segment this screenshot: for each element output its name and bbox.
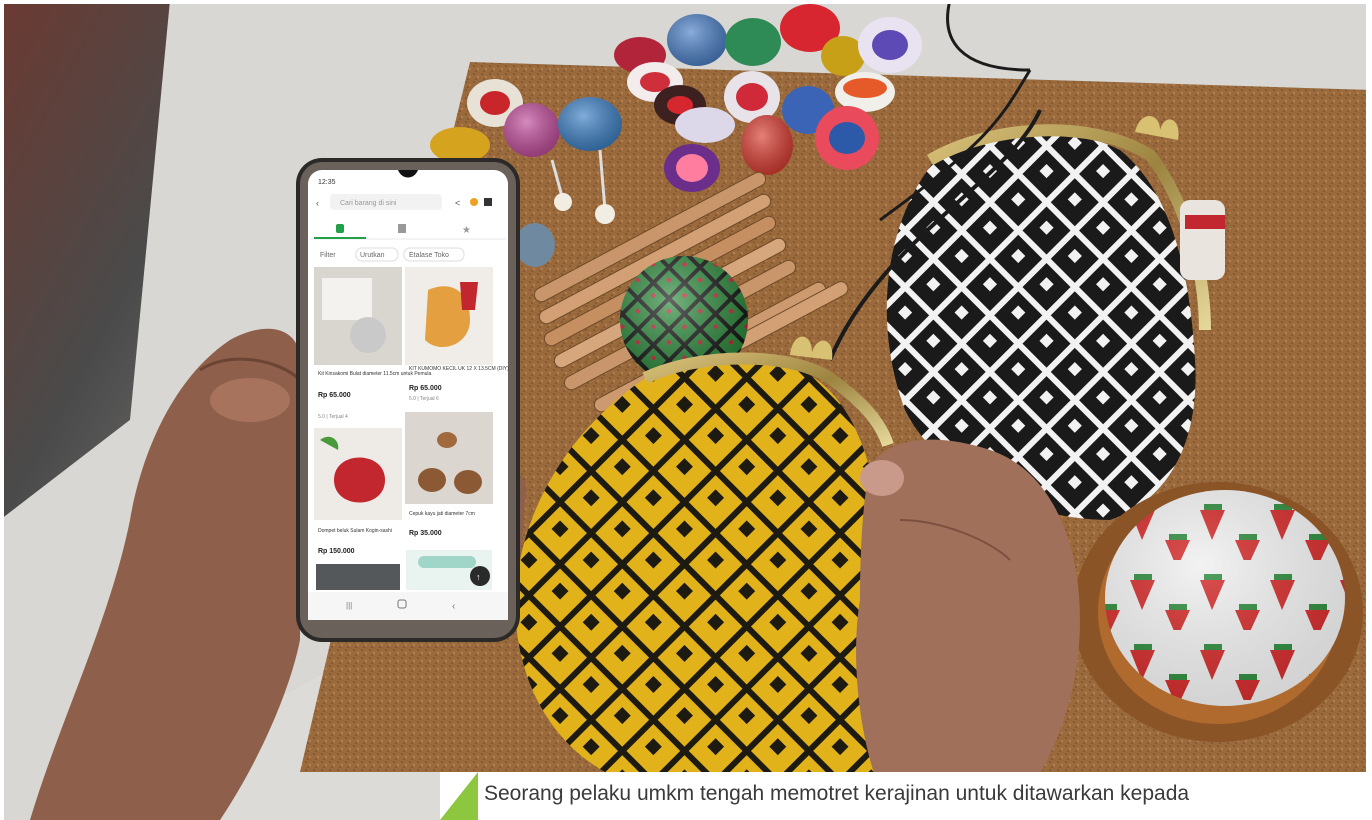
craft-photo: 12:35 Cari barang di sini ‹ < ★ Filter U… bbox=[0, 0, 1372, 820]
product-name: Dompet beluk Sulam Kogin-sashi bbox=[318, 528, 392, 534]
product-rating: 5.0 | Terjual 6 bbox=[409, 396, 439, 402]
product-rating: 5.0 | Terjual 4 bbox=[318, 414, 348, 420]
smartphone: 12:35 Cari barang di sini ‹ < ★ Filter U… bbox=[296, 158, 520, 642]
product-price: Rp 65.000 bbox=[318, 392, 351, 399]
recent-apps-icon[interactable]: ||| bbox=[346, 601, 352, 610]
tab-home-icon[interactable] bbox=[336, 224, 344, 233]
photo-stage: 12:35 Cari barang di sini ‹ < ★ Filter U… bbox=[0, 0, 1372, 820]
tab-feed-icon[interactable]: ★ bbox=[462, 225, 471, 236]
sort-button[interactable]: Urutkan bbox=[360, 252, 385, 259]
arrow-up-icon: ↑ bbox=[476, 572, 481, 582]
product-name: KIT KUMOMO KECIL UK 12 X 13.5CM (DIY) bbox=[409, 366, 509, 372]
caption-accent bbox=[440, 772, 478, 820]
menu-icon[interactable] bbox=[484, 198, 492, 206]
product-name: Cepuk kayu jati diameter 7cm bbox=[409, 511, 475, 517]
product-price: Rp 65.000 bbox=[409, 385, 442, 392]
strawberry-pincushion bbox=[1073, 482, 1363, 742]
back-arrow-icon[interactable]: ‹ bbox=[316, 198, 319, 208]
caption-bar: Seorang pelaku umkm tengah memotret kera… bbox=[440, 772, 1372, 820]
filter-button[interactable]: Filter bbox=[320, 252, 336, 259]
photo-caption: Seorang pelaku umkm tengah memotret kera… bbox=[484, 782, 1190, 805]
status-time: 12:35 bbox=[318, 179, 336, 186]
product-price: Rp 35.000 bbox=[409, 530, 442, 537]
notification-icon[interactable] bbox=[470, 198, 478, 206]
showcase-button[interactable]: Etalase Toko bbox=[409, 252, 449, 259]
back-nav-icon[interactable]: ‹ bbox=[452, 601, 455, 612]
share-icon[interactable]: < bbox=[455, 198, 460, 208]
tab-product-icon[interactable] bbox=[398, 224, 406, 233]
product-price: Rp 150.000 bbox=[318, 548, 355, 555]
search-input-text: Cari barang di sini bbox=[340, 200, 397, 207]
